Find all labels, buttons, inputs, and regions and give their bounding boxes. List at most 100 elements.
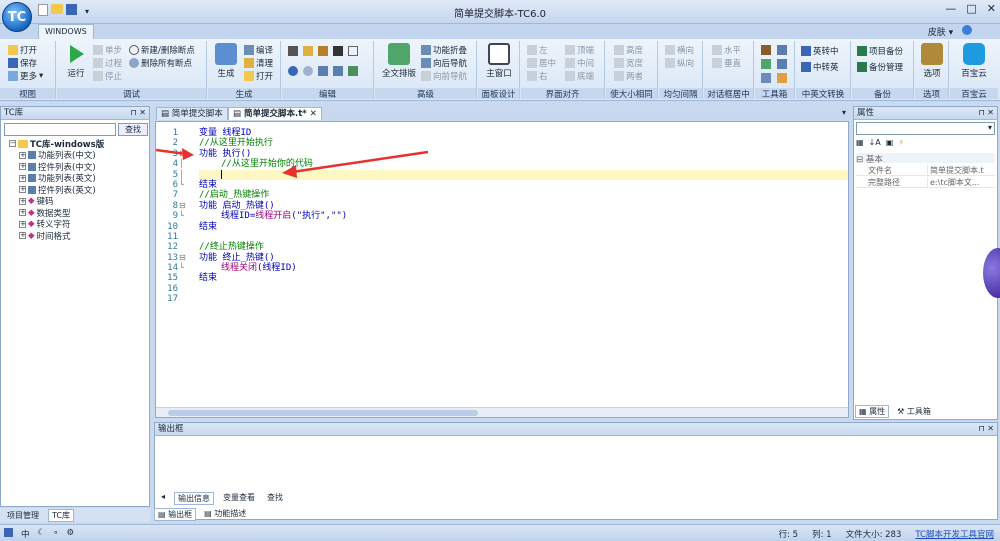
expand-icon[interactable]: + (19, 232, 26, 240)
cn-to-en-button[interactable]: 中转英 (801, 61, 839, 73)
expand-icon[interactable]: + (19, 174, 26, 182)
alphabetical-icon[interactable]: ↓A (869, 138, 881, 150)
outdent-icon[interactable] (333, 66, 343, 76)
tab-output-info[interactable]: 输出信息 (174, 492, 215, 505)
en-to-cn-button[interactable]: 英转中 (801, 45, 839, 57)
compile-button[interactable]: 编译 (244, 44, 273, 56)
expand-icon[interactable]: + (19, 220, 26, 228)
property-category[interactable]: ⊟ 基本 (856, 153, 995, 165)
scroll-left-icon[interactable]: ◂ (158, 492, 168, 505)
app-menu-button[interactable]: TC (2, 2, 32, 32)
expand-icon[interactable]: + (19, 186, 26, 194)
tree-item[interactable]: + 功能列表(英文) (9, 173, 104, 184)
align-top-button[interactable]: 顶端 (565, 44, 594, 56)
full-layout-button[interactable]: 全文排版 (379, 43, 419, 79)
tree-item[interactable]: + 控件列表(英文) (9, 184, 104, 196)
settings-icon[interactable]: ⚙ (66, 528, 74, 540)
process-button[interactable]: 过程 (93, 57, 122, 69)
tree-item[interactable]: + ◆ 转义字符 (9, 219, 104, 230)
fold-toggle-icon[interactable]: ⊟ (179, 201, 197, 211)
indent-icon[interactable] (318, 66, 328, 76)
tab-function-description[interactable]: ▤ 功能描述 (204, 508, 246, 521)
back-nav-button[interactable]: 向后导航 (421, 57, 467, 69)
chart-icon[interactable] (777, 73, 787, 83)
open-button[interactable]: 打开 (8, 44, 37, 56)
horizontal-spacing-button[interactable]: 横向 (665, 44, 694, 56)
toggle-breakpoint-button[interactable]: 新建/删除断点 (129, 44, 195, 56)
expand-icon[interactable]: + (19, 151, 26, 159)
property-pages-icon[interactable]: ▣ (886, 138, 894, 150)
tree-item[interactable]: + 功能列表(中文) (9, 150, 104, 161)
undo-icon[interactable] (288, 66, 298, 76)
tab-properties[interactable]: ▦ 属性 (855, 405, 890, 418)
center-vertical-button[interactable]: 垂直 (712, 57, 741, 69)
main-window-button[interactable]: 主窗口 (481, 43, 517, 79)
fold-toggle-icon[interactable]: ⊟ (179, 253, 197, 263)
backup-manage-button[interactable]: 备份管理 (857, 61, 903, 73)
tab-variable-watch[interactable]: 变量查看 (220, 492, 258, 505)
property-row[interactable]: 文件名 简单提交脚本.t (856, 165, 995, 176)
save-button[interactable]: 保存 (8, 57, 37, 69)
tree-item[interactable]: + ◆ 键码 (9, 196, 104, 207)
tab-toolbox[interactable]: ⚒ 工具箱 (897, 406, 931, 417)
help-icon[interactable] (962, 25, 972, 35)
chevron-down-icon[interactable]: ▾ (988, 123, 992, 132)
same-height-button[interactable]: 高度 (614, 44, 643, 56)
scrollbar-thumb[interactable] (168, 410, 478, 416)
tab-output-box[interactable]: ▤ 输出框 (154, 508, 197, 521)
align-bottom-button[interactable]: 底端 (565, 70, 594, 82)
align-right-button[interactable]: 右 (527, 70, 548, 82)
image-icon[interactable] (761, 59, 771, 69)
more-button[interactable]: 更多 ▾ (8, 70, 43, 82)
doc-tab-script[interactable]: ▤ 简单提交脚本.t* ✕ (228, 107, 322, 120)
events-icon[interactable]: ⚡ (898, 138, 904, 150)
tree-item[interactable]: + ◆ 数据类型 (9, 207, 104, 219)
tree-item[interactable]: + ◆ 时间格式 (9, 230, 104, 242)
tab-find[interactable]: 查找 (264, 492, 286, 505)
panel-pin-close-icon[interactable]: ⊓ ✕ (979, 107, 995, 119)
format-icon[interactable] (348, 66, 358, 76)
horizontal-scrollbar[interactable] (156, 407, 848, 417)
options-button[interactable]: 选项 (918, 43, 946, 79)
moon-icon[interactable]: ☾ (38, 528, 46, 540)
delete-all-breakpoints-button[interactable]: 删除所有断点 (129, 57, 192, 69)
minimize-button[interactable]: — (945, 2, 956, 15)
dots-icon[interactable]: ∘ (53, 528, 58, 540)
tab-tc-library[interactable]: TC库 (48, 508, 75, 522)
delete-icon[interactable] (333, 46, 343, 56)
fold-button[interactable]: 功能折叠 (421, 44, 467, 56)
select-all-icon[interactable] (348, 46, 358, 56)
skin-menu[interactable]: 皮肤 ▾ (928, 25, 972, 38)
open-output-button[interactable]: 打开 (244, 70, 273, 82)
tree-root[interactable]: − TC库-windows版 (9, 138, 104, 150)
clean-button[interactable]: 清理 (244, 57, 273, 69)
close-button[interactable]: ✕ (987, 2, 996, 15)
redo-icon[interactable] (303, 66, 313, 76)
center-horizontal-button[interactable]: 水平 (712, 44, 741, 56)
doc-tab-project[interactable]: ▤ 简单提交脚本 (156, 107, 228, 120)
checkbox-icon[interactable] (4, 528, 13, 537)
expand-icon[interactable]: + (19, 197, 26, 205)
tab-list-dropdown-icon[interactable]: ▾ (842, 108, 846, 117)
expand-icon[interactable]: + (19, 163, 26, 171)
maximize-button[interactable]: □ (966, 2, 976, 15)
tab-project-manager[interactable]: 项目管理 (4, 510, 42, 521)
same-both-button[interactable]: 两者 (614, 70, 643, 82)
close-tab-icon[interactable]: ✕ (310, 109, 317, 119)
vertical-spacing-button[interactable]: 纵向 (665, 57, 694, 69)
cloud-button[interactable]: 百宝云 (954, 43, 994, 79)
same-width-button[interactable]: 宽度 (614, 57, 643, 69)
run-button[interactable]: 运行 (61, 43, 91, 79)
stop-button[interactable]: 停止 (93, 70, 122, 82)
cut-icon[interactable] (288, 46, 298, 56)
tab-windows[interactable]: WINDOWS (38, 24, 94, 39)
panel-pin-close-icon[interactable]: ⊓ ✕ (979, 423, 995, 435)
input-method-label[interactable]: 中 (21, 528, 30, 540)
tool-icon[interactable] (761, 45, 771, 55)
copy-icon[interactable] (303, 46, 313, 56)
table-icon[interactable] (761, 73, 771, 83)
align-middle-button[interactable]: 中间 (565, 57, 594, 69)
project-backup-button[interactable]: 项目备份 (857, 45, 903, 57)
expand-icon[interactable]: + (19, 209, 26, 217)
step-button[interactable]: 单步 (93, 44, 122, 56)
